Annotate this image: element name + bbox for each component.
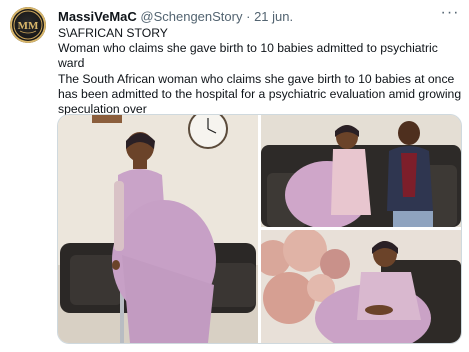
- ellipsis-icon[interactable]: ···: [439, 5, 461, 24]
- svg-text:MM: MM: [18, 20, 39, 32]
- photo-woman-balloons[interactable]: [261, 230, 461, 343]
- tweet-text-line: S\AFRICAN STORY: [58, 26, 168, 40]
- author-display-name[interactable]: MassiVeMaC: [58, 9, 137, 24]
- tweet-text-line: The South African woman who claims she g…: [58, 71, 455, 86]
- avatar-logo-icon: MM: [13, 10, 43, 40]
- tweet-text: S\AFRICAN STORY Woman who claims she gav…: [58, 26, 463, 117]
- tweet-text-line: Woman who claims she gave birth to 10 ba…: [58, 41, 438, 71]
- author-avatar[interactable]: MM: [10, 7, 46, 43]
- tweet-media-grid: [57, 114, 462, 344]
- tweet-date[interactable]: 21 jun.: [254, 9, 293, 24]
- header-separator: ·: [246, 9, 251, 24]
- tweet-text-line: has been admitted to the hospital for a …: [58, 86, 462, 101]
- author-handle[interactable]: @SchengenStory: [140, 9, 242, 24]
- tweet-card[interactable]: MM MassiVeMaC @SchengenStory · 21 jun. ·…: [0, 0, 469, 352]
- photo-woman-standing[interactable]: [58, 115, 258, 343]
- photo-couple-sofa[interactable]: [261, 115, 461, 227]
- tweet-header: MassiVeMaC @SchengenStory · 21 jun.: [58, 9, 439, 25]
